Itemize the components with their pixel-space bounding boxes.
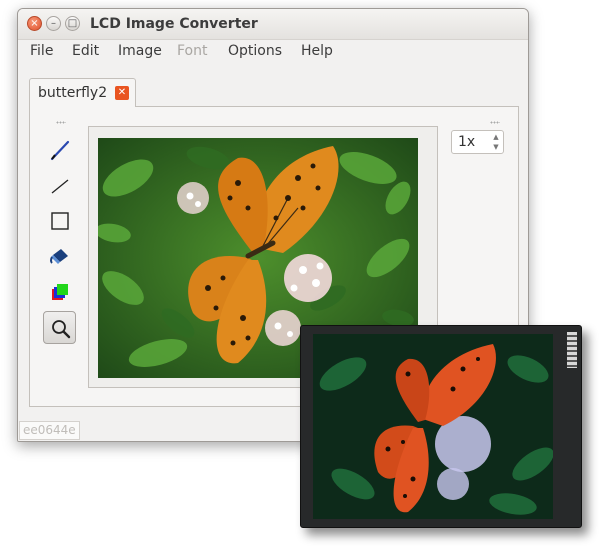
line-tool-button[interactable] bbox=[43, 169, 76, 202]
pin-header bbox=[567, 332, 577, 368]
close-window-button[interactable]: × bbox=[27, 16, 42, 31]
lcd-butterfly-image bbox=[313, 334, 553, 519]
zoom-value: 1x bbox=[458, 134, 476, 150]
menu-file[interactable]: File bbox=[30, 43, 53, 59]
window-title: LCD Image Converter bbox=[90, 16, 258, 32]
color-swap-icon bbox=[52, 284, 68, 300]
zoom-grip-icon[interactable] bbox=[490, 121, 500, 124]
toolbar-grip-icon[interactable] bbox=[56, 121, 66, 124]
pencil-tool-button[interactable] bbox=[43, 133, 76, 166]
title-bar[interactable]: × – □ LCD Image Converter bbox=[18, 9, 528, 40]
zoom-icon bbox=[52, 320, 71, 339]
rectangle-tool-button[interactable] bbox=[43, 204, 76, 237]
lcd-device-photo bbox=[300, 325, 582, 528]
menu-options[interactable]: Options bbox=[228, 43, 282, 59]
menu-image[interactable]: Image bbox=[118, 43, 162, 59]
fill-bucket-icon bbox=[50, 249, 68, 264]
menu-help[interactable]: Help bbox=[301, 43, 333, 59]
spin-up-icon[interactable]: ▲ bbox=[490, 132, 502, 142]
minimize-window-button[interactable]: – bbox=[46, 16, 61, 31]
tab-butterfly2[interactable]: butterfly2 ✕ bbox=[29, 78, 136, 107]
fill-tool-button[interactable] bbox=[43, 239, 76, 272]
status-color-value: ee0644e bbox=[19, 421, 80, 440]
tab-label: butterfly2 bbox=[38, 85, 108, 101]
pencil-icon bbox=[50, 140, 70, 161]
rectangle-icon bbox=[51, 212, 69, 230]
zoom-spinbox[interactable]: 1x ▲ ▼ bbox=[451, 130, 504, 154]
lcd-screen bbox=[313, 334, 553, 519]
menu-font[interactable]: Font bbox=[177, 43, 207, 59]
spin-down-icon[interactable]: ▼ bbox=[490, 142, 502, 152]
color-tool-button[interactable] bbox=[43, 275, 76, 308]
menu-edit[interactable]: Edit bbox=[72, 43, 99, 59]
menu-bar: File Edit Image Font Options Help bbox=[18, 40, 528, 64]
line-icon bbox=[51, 179, 69, 194]
maximize-window-button[interactable]: □ bbox=[65, 16, 80, 31]
close-icon[interactable]: ✕ bbox=[115, 86, 129, 100]
zoom-tool-button[interactable] bbox=[43, 311, 76, 344]
